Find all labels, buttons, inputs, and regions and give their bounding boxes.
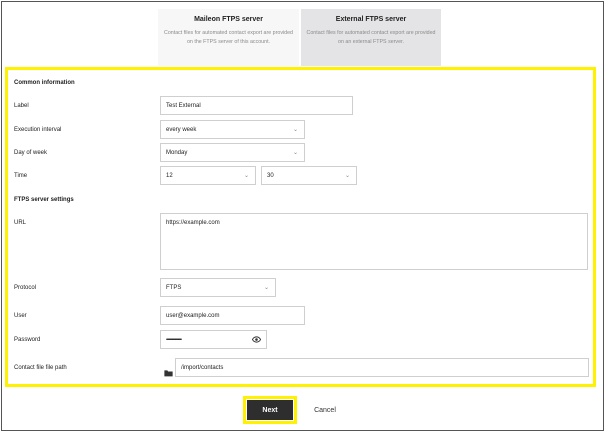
execution-interval-label: Execution interval xyxy=(14,127,62,133)
next-button[interactable]: Next xyxy=(247,400,293,420)
chevron-down-icon: ⌄ xyxy=(263,285,269,291)
chevron-down-icon: ⌄ xyxy=(292,127,298,133)
contact-file-path-input[interactable]: /import/contacts xyxy=(175,358,589,377)
contact-file-path-value: /import/contacts xyxy=(181,364,224,371)
maileon-ftps-server-option[interactable]: Maileon FTPS server Contact files for au… xyxy=(158,9,299,66)
maileon-option-description: Contact files for automated contact expo… xyxy=(164,30,293,45)
day-of-week-value: Monday xyxy=(166,149,188,156)
user-input[interactable]: user@example.com xyxy=(160,306,305,325)
cancel-button[interactable]: Cancel xyxy=(305,402,345,418)
chevron-down-icon: ⌄ xyxy=(344,173,350,179)
execution-interval-select[interactable]: every week ⌄ xyxy=(160,120,305,139)
url-textarea[interactable]: https://example.com xyxy=(160,213,588,270)
user-label: User xyxy=(14,313,27,319)
day-of-week-label: Day of week xyxy=(14,150,48,156)
time-minute-value: 30 xyxy=(267,172,274,179)
protocol-select[interactable]: FTPS ⌄ xyxy=(160,278,276,297)
ftps-server-settings-heading: FTPS server settings xyxy=(14,197,74,203)
time-hour-value: 12 xyxy=(166,172,173,179)
label-input[interactable]: Test External xyxy=(160,96,353,115)
external-ftps-server-option[interactable]: External FTPS server Contact files for a… xyxy=(301,9,441,66)
day-of-week-select[interactable]: Monday ⌄ xyxy=(160,143,305,162)
chevron-down-icon: ⌄ xyxy=(292,150,298,156)
external-option-description: Contact files for automated contact expo… xyxy=(306,30,436,45)
eye-icon[interactable] xyxy=(251,335,262,346)
label-input-value: Test External xyxy=(166,102,201,109)
execution-interval-value: every week xyxy=(166,126,197,133)
time-hour-select[interactable]: 12 ⌄ xyxy=(160,166,256,185)
url-value: https://example.com xyxy=(166,220,220,226)
password-input[interactable]: •••••••••••••••••••• xyxy=(160,330,267,349)
chevron-down-icon: ⌄ xyxy=(243,173,249,179)
external-option-title: External FTPS server xyxy=(335,16,407,23)
time-label: Time xyxy=(14,173,28,179)
protocol-label: Protocol xyxy=(14,285,37,291)
folder-icon[interactable] xyxy=(164,364,173,382)
time-minute-select[interactable]: 30 ⌄ xyxy=(261,166,357,185)
contact-file-path-label: Contact file file path xyxy=(14,365,67,371)
label-field-label: Label xyxy=(14,103,29,109)
password-label: Password xyxy=(14,337,41,343)
export-settings-form: Common information Label Test External E… xyxy=(5,67,596,387)
maileon-option-title: Maileon FTPS server xyxy=(194,16,263,23)
protocol-value: FTPS xyxy=(166,284,182,291)
url-label: URL xyxy=(14,220,27,226)
common-information-heading: Common information xyxy=(14,80,75,86)
password-value: •••••••••••••••••••• xyxy=(166,336,182,343)
user-value: user@example.com xyxy=(166,312,220,319)
